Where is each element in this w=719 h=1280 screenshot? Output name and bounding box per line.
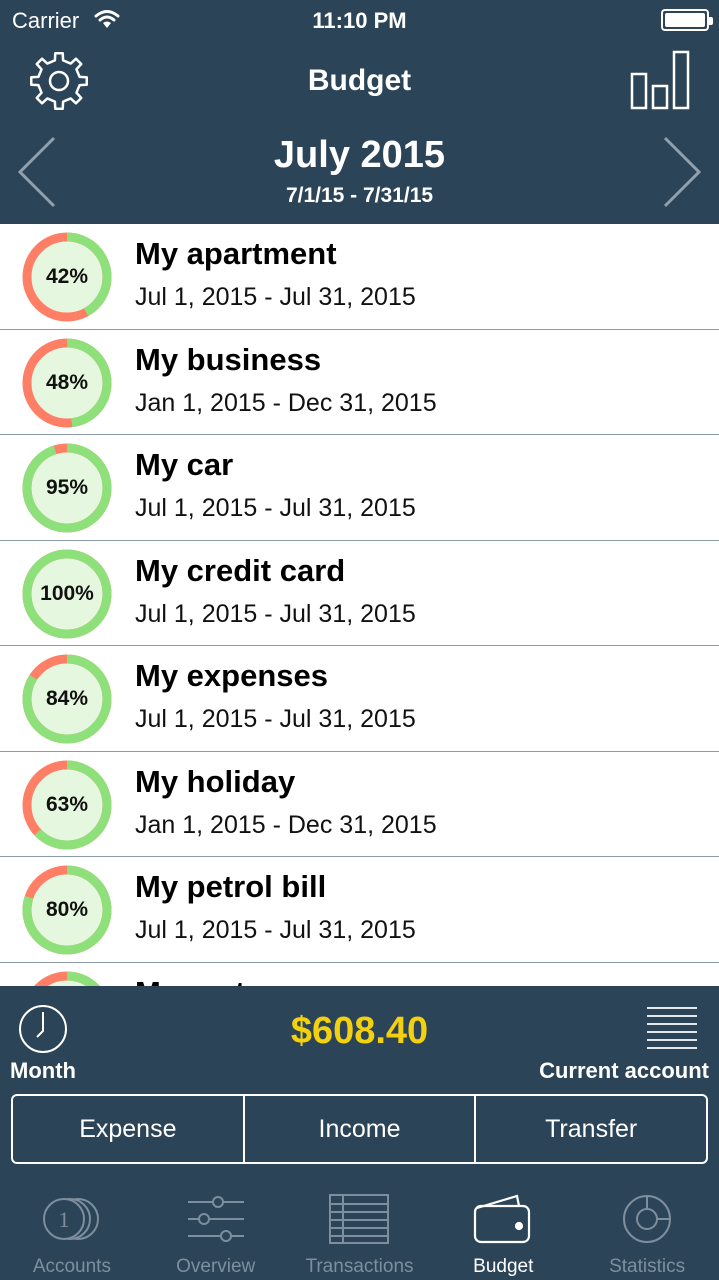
total-amount: $608.40 <box>290 1010 429 1052</box>
tab-overview[interactable]: Overview <box>144 1178 288 1280</box>
tab-label: Budget <box>473 1256 534 1277</box>
ledger-icon <box>329 1194 390 1244</box>
page-title: Budget <box>307 64 412 97</box>
list-menu-icon[interactable] <box>647 1006 697 1050</box>
month-title: July 2015 <box>273 134 446 176</box>
tab-transactions[interactable]: Transactions <box>288 1178 432 1280</box>
percent-label: 84% <box>45 687 89 710</box>
tab-bar: 1 Accounts Overview Transactions Budget … <box>0 1178 719 1280</box>
sliders-icon <box>187 1196 244 1242</box>
list-item[interactable]: 42% My apartment Jul 1, 2015 - Jul 31, 2… <box>0 224 719 330</box>
percent-label: 48% <box>45 370 89 394</box>
budget-name: My car <box>135 447 234 482</box>
percent-label <box>22 971 112 987</box>
date-range: 7/1/15 - 7/31/15 <box>285 184 434 207</box>
list-item[interactable]: 95% My car Jul 1, 2015 - Jul 31, 2015 <box>0 435 719 541</box>
tab-accounts[interactable]: 1 Accounts <box>0 1178 144 1280</box>
period-label[interactable]: Month <box>10 1058 76 1084</box>
battery-icon <box>661 9 713 31</box>
budget-name: My business <box>135 341 322 377</box>
percent-label: 42% <box>45 265 89 288</box>
tab-label: Accounts <box>32 1256 111 1277</box>
income-button[interactable]: Income <box>242 1096 475 1162</box>
expense-button[interactable]: Expense <box>13 1096 243 1162</box>
clock-time: 11:10 PM <box>312 8 407 33</box>
list-item[interactable]: My rent <box>0 962 719 987</box>
percent-label: 80% <box>45 898 89 921</box>
tab-budget[interactable]: Budget <box>431 1178 575 1280</box>
list-item[interactable]: 80% My petrol bill Jul 1, 2015 - Jul 31,… <box>0 857 719 963</box>
wallet-icon <box>474 1194 531 1244</box>
summary-panel: Month $608.40 Current account Expense In… <box>0 986 719 1178</box>
budget-dates: Jul 1, 2015 - Jul 31, 2015 <box>135 916 416 944</box>
svg-text:1: 1 <box>58 1207 69 1232</box>
header: Carrier 11:10 PM Budget July 2015 7/1/15… <box>0 0 719 224</box>
account-label[interactable]: Current account <box>539 1058 709 1084</box>
budget-name: My expenses <box>135 658 328 693</box>
budget-dates: Jul 1, 2015 - Jul 31, 2015 <box>135 283 416 311</box>
budget-dates: Jul 1, 2015 - Jul 31, 2015 <box>135 494 416 522</box>
budget-list[interactable]: 42% My apartment Jul 1, 2015 - Jul 31, 2… <box>0 224 719 986</box>
percent-label: 63% <box>45 792 89 816</box>
status-bar: Carrier 11:10 PM <box>0 0 719 40</box>
list-item[interactable]: 84% My expenses Jul 1, 2015 - Jul 31, 20… <box>0 646 719 752</box>
tab-label: Overview <box>176 1256 256 1277</box>
list-item[interactable]: 100% My credit card Jul 1, 2015 - Jul 31… <box>0 540 719 646</box>
budget-dates: Jul 1, 2015 - Jul 31, 2015 <box>135 705 416 733</box>
chevron-right-icon[interactable] <box>659 136 703 208</box>
budget-dates: Jan 1, 2015 - Dec 31, 2015 <box>135 810 437 839</box>
budget-name: My credit card <box>135 552 346 588</box>
budget-name: My apartment <box>135 236 337 271</box>
list-item[interactable]: 48% My business Jan 1, 2015 - Dec 31, 20… <box>0 329 719 435</box>
transfer-button[interactable]: Transfer <box>474 1096 706 1162</box>
coins-icon: 1 <box>42 1198 99 1240</box>
pie-chart-icon <box>623 1195 672 1243</box>
budget-name: My rent <box>135 975 245 987</box>
list-item[interactable]: 63% My holiday Jan 1, 2015 - Dec 31, 201… <box>0 751 719 857</box>
bar-chart-icon[interactable] <box>629 50 691 110</box>
budget-dates: Jan 1, 2015 - Dec 31, 2015 <box>135 388 437 417</box>
tab-label: Statistics <box>609 1256 686 1277</box>
budget-name: My petrol bill <box>135 869 327 904</box>
budget-name: My holiday <box>135 763 296 799</box>
budget-dates: Jul 1, 2015 - Jul 31, 2015 <box>135 599 416 628</box>
percent-label: 100% <box>40 581 94 605</box>
tab-statistics[interactable]: Statistics <box>575 1178 719 1280</box>
percent-label: 95% <box>45 476 89 499</box>
transaction-type-segment: Expense Income Transfer <box>11 1094 708 1164</box>
tab-label: Transactions <box>305 1256 414 1277</box>
